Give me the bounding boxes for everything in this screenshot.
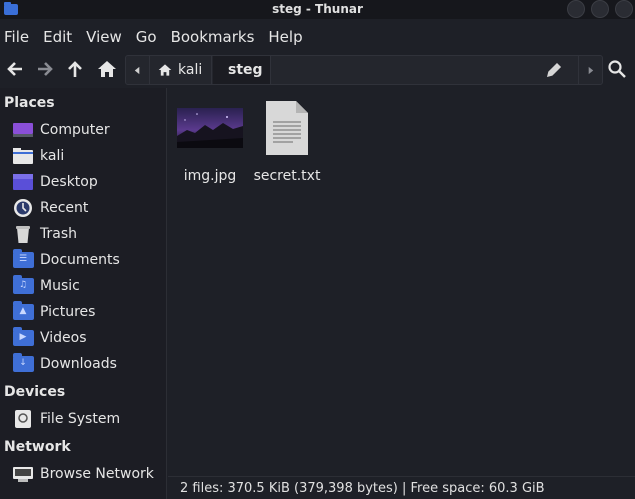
maximize-button[interactable] [591, 0, 609, 18]
music-folder-icon: ♫ [12, 275, 34, 294]
home-icon [158, 64, 172, 76]
pathbar-scroll-left[interactable] [126, 56, 150, 84]
status-bar: 2 files: 370.5 KiB (379,398 bytes) | Fre… [168, 476, 635, 499]
downloads-folder-icon: ↓ [12, 353, 34, 372]
pencil-icon[interactable] [546, 62, 562, 78]
sidebar-item-label: Trash [40, 226, 77, 242]
minimize-button[interactable] [567, 0, 585, 18]
file-view[interactable]: img.jpg secret.txt [168, 88, 635, 476]
sidebar-item-trash[interactable]: Trash [12, 222, 77, 246]
devices-heading: Devices [4, 384, 66, 400]
chevron-right-icon [588, 66, 594, 74]
recent-icon [14, 199, 32, 217]
text-file-icon [266, 101, 308, 155]
sidebar-item-label: Pictures [40, 304, 96, 320]
documents-folder-icon: ☰ [12, 249, 34, 268]
menu-view[interactable]: View [82, 28, 127, 46]
sidebar-item-label: Videos [40, 330, 87, 346]
arrow-right-icon [38, 62, 53, 76]
crumb-label: kali [178, 62, 203, 78]
menu-bookmarks[interactable]: Bookmarks [167, 28, 260, 46]
sidebar-item-computer[interactable]: Computer [12, 118, 110, 142]
sidebar-item-label: Recent [40, 200, 89, 216]
toolbar: kali steg [0, 52, 635, 87]
up-button[interactable] [64, 58, 86, 80]
arrow-left-icon [7, 62, 22, 76]
sidebar-item-label: Music [40, 278, 80, 294]
sidebar-item-desktop[interactable]: Desktop [12, 170, 98, 194]
menu-file[interactable]: File [0, 28, 34, 46]
file-name: img.jpg [183, 168, 237, 184]
home-icon [98, 61, 116, 77]
sidebar-item-recent[interactable]: Recent [12, 196, 88, 220]
sidebar-item-documents[interactable]: ☰ Documents [12, 248, 120, 272]
trash-icon [16, 226, 30, 243]
network-icon [13, 467, 33, 482]
sidebar-item-file-system[interactable]: File System [12, 407, 120, 431]
sidebar-item-label: Documents [40, 252, 120, 268]
pathbar-scroll-right[interactable] [578, 56, 602, 84]
image-thumbnail [177, 108, 243, 148]
chevron-left-icon [134, 66, 140, 74]
sidebar: Places Computer kali Desktop Recent Tras… [0, 88, 167, 499]
computer-icon [13, 123, 33, 137]
menu-edit[interactable]: Edit [39, 28, 77, 46]
title-bar: steg - Thunar [0, 0, 635, 19]
crumb-kali[interactable]: kali [152, 56, 212, 84]
arrow-up-icon [68, 61, 82, 77]
videos-folder-icon: ▶ [12, 327, 34, 346]
location-pathbar: kali steg [125, 55, 603, 85]
places-heading: Places [4, 95, 55, 111]
sidebar-item-label: Desktop [40, 174, 98, 190]
back-button[interactable] [4, 58, 26, 80]
home-button[interactable] [96, 58, 118, 80]
menu-help[interactable]: Help [264, 28, 307, 46]
sidebar-item-browse-network[interactable]: Browse Network [12, 462, 154, 486]
forward-button[interactable] [34, 58, 56, 80]
crumb-steg[interactable]: steg [213, 56, 271, 84]
sidebar-item-label: Downloads [40, 356, 117, 372]
sidebar-item-videos[interactable]: ▶ Videos [12, 326, 87, 350]
crumb-label: steg [228, 62, 263, 78]
sidebar-item-kali[interactable]: kali [12, 144, 64, 168]
network-heading: Network [4, 439, 71, 455]
file-name: secret.txt [253, 168, 321, 184]
search-button[interactable] [607, 59, 627, 79]
search-icon [608, 60, 626, 78]
sidebar-item-label: kali [40, 148, 65, 164]
sidebar-item-label: Computer [40, 122, 110, 138]
menu-bar: File Edit View Go Bookmarks Help [0, 22, 635, 52]
sidebar-item-music[interactable]: ♫ Music [12, 274, 80, 298]
pictures-folder-icon: ▲ [12, 301, 34, 320]
file-item-secret-txt[interactable]: secret.txt [247, 100, 327, 184]
close-button[interactable] [615, 0, 633, 18]
window-title: steg - Thunar [272, 2, 363, 16]
sidebar-item-label: Browse Network [40, 466, 154, 482]
sidebar-item-pictures[interactable]: ▲ Pictures [12, 300, 95, 324]
home-folder-icon [13, 148, 33, 164]
file-item-img-jpg[interactable]: img.jpg [170, 100, 250, 184]
sidebar-item-downloads[interactable]: ↓ Downloads [12, 352, 117, 376]
desktop-folder-icon [13, 174, 33, 190]
sidebar-item-label: File System [40, 411, 121, 427]
drive-icon [15, 410, 31, 428]
menu-go[interactable]: Go [132, 28, 162, 46]
